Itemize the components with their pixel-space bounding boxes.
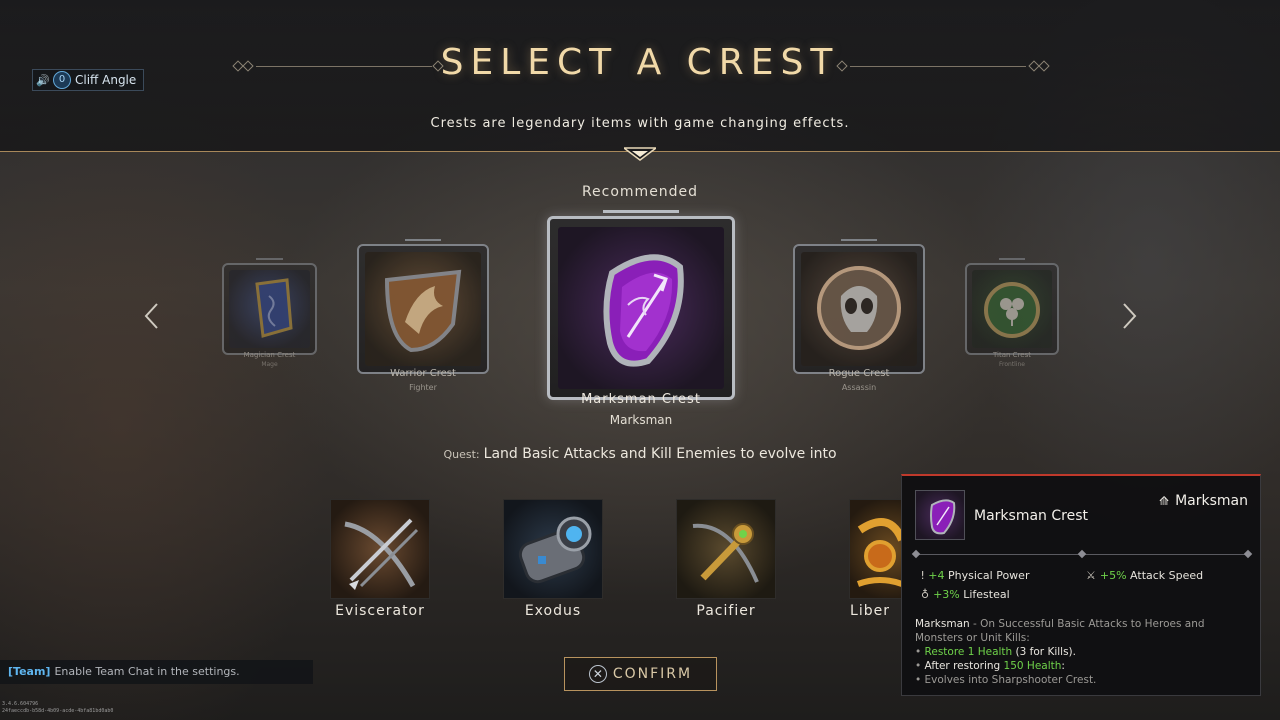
build-version: 3.4.6.604796 (2, 701, 39, 707)
stat-physical-power: ǃ +4 Physical Power (921, 569, 1030, 582)
evolution-liber[interactable] (849, 499, 901, 599)
stat-lifesteal: ♁ +3% Lifesteal (921, 588, 1010, 601)
tooltip-role: ⟰ Marksman (1159, 493, 1248, 509)
crest-role: Frontline (998, 361, 1025, 368)
voice-indicator: 🔊 0 Cliff Angle (32, 69, 144, 91)
crest-card-warrior[interactable]: Warrior Crest Fighter (357, 239, 489, 392)
eviscerator-icon (344, 518, 419, 590)
tooltip-description: Marksman - On Successful Basic Attacks t… (915, 618, 1205, 686)
build-info: 3.4.6.604796 24faeccdb-b58d-4b09-acde-4b… (2, 701, 113, 715)
page-subtitle: Crests are legendary items with game cha… (430, 116, 850, 131)
warrior-crest-icon (384, 269, 462, 353)
lifesteal-icon: ♁ (921, 588, 930, 601)
crest-card-magician[interactable]: Magician Crest Mage (222, 258, 317, 368)
confirm-label: CONFIRM (612, 666, 693, 682)
crest-role: Fighter (409, 383, 437, 392)
quest-text: Quest: Land Basic Attacks and Kill Enemie… (0, 446, 1280, 462)
tooltip-divider (911, 549, 1253, 559)
team-chat-bar[interactable]: [Team] Enable Team Chat in the settings. (0, 660, 313, 684)
carousel-prev-arrow-icon[interactable] (140, 300, 164, 332)
evolution-pacifier[interactable] (676, 499, 776, 599)
physical-power-icon: ǃ (921, 569, 925, 582)
confirm-button[interactable]: ✕ CONFIRM (564, 657, 717, 691)
crest-name: Titan Crest (992, 351, 1031, 359)
stat-attack-speed: ⚔ +5% Attack Speed (1086, 569, 1204, 582)
voice-badge: 0 (53, 71, 71, 89)
crest-name: Marksman Crest (581, 392, 701, 407)
speaker-icon: 🔊 (36, 73, 50, 87)
exodus-icon (518, 516, 592, 584)
crest-name: Rogue Crest (828, 368, 890, 379)
crest-card-titan[interactable]: Titan Crest Frontline (965, 258, 1059, 368)
magician-crest-icon (255, 278, 293, 338)
chat-channel: [Team] (8, 665, 51, 678)
crest-card-rogue[interactable]: Rogue Crest Assassin (793, 239, 925, 392)
tooltip-title: Marksman Crest (974, 508, 1088, 524)
attack-speed-icon: ⚔ (1086, 569, 1096, 582)
evolution-label: Eviscerator (335, 603, 425, 619)
crest-name: Warrior Crest (390, 368, 456, 379)
crest-card-marksman-selected[interactable]: Marksman Crest Marksman (547, 210, 735, 427)
tooltip-role-label: Marksman (1175, 493, 1248, 509)
marksman-role-icon: ⟰ (1159, 494, 1170, 508)
crest-role: Marksman (609, 413, 673, 427)
page-title: SELECT A CREST (440, 42, 840, 83)
crest-name: Magician Crest (243, 351, 296, 359)
crest-role: Assassin (841, 383, 877, 392)
evolution-label: Exodus (524, 603, 582, 619)
build-guid: 24faeccdb-b58d-4b09-acde-4bfa81bd0ab0 (2, 708, 114, 714)
pacifier-icon (692, 523, 759, 583)
crest-role: Mage (261, 361, 278, 368)
chat-message: Enable Team Chat in the settings. (54, 665, 240, 678)
evolution-eviscerator[interactable] (330, 499, 430, 599)
carousel-next-arrow-icon[interactable] (1117, 300, 1141, 332)
recommended-label: Recommended (581, 184, 699, 200)
crest-tooltip: Marksman Crest ⟰ Marksman ǃ +4 Physical Po… (901, 474, 1261, 696)
marksman-crest-icon (603, 254, 684, 367)
quest-description: Land Basic Attacks and Kill Enemies to e… (483, 446, 837, 462)
evolution-exodus[interactable] (503, 499, 603, 599)
tooltip-crest-icon (915, 490, 965, 540)
liber-icon (856, 518, 901, 587)
player-name: Cliff Angle (75, 73, 137, 87)
controller-x-button-icon: ✕ (588, 665, 607, 683)
evolution-label: Pacifier (696, 603, 756, 619)
titan-crest-icon (984, 282, 1040, 338)
header-notch-icon (624, 147, 656, 161)
rogue-crest-icon (817, 266, 901, 350)
quest-label: Quest: (443, 448, 480, 461)
